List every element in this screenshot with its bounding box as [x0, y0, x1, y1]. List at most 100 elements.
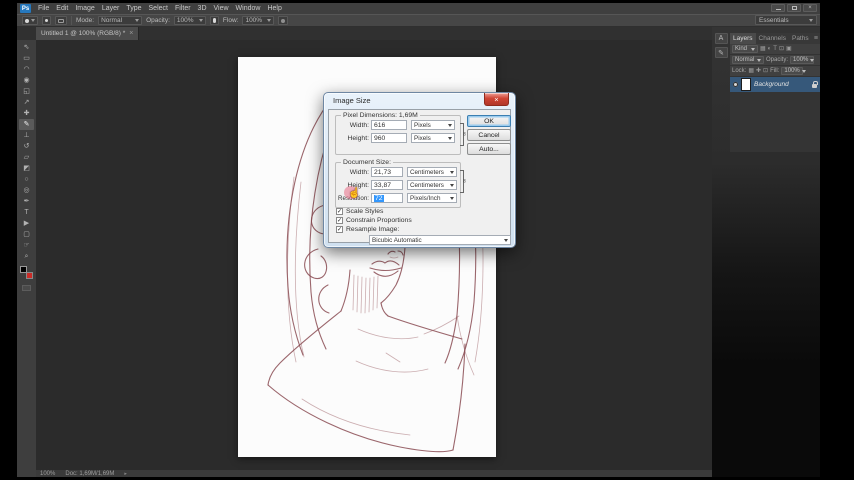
tool-zoom[interactable]: ⌕	[19, 251, 34, 262]
flow-value: 100%	[245, 17, 263, 24]
document-tab[interactable]: Untitled 1 @ 100% (RGB/8) * ×	[36, 27, 140, 40]
opacity-label: Opacity:	[766, 57, 789, 63]
doc-height-field[interactable]: 33,87	[371, 180, 403, 190]
layers-panel-empty-area	[730, 92, 820, 152]
background-color-swatch[interactable]	[26, 272, 33, 279]
close-button[interactable]: ×	[803, 4, 817, 12]
lock-transparency-icon[interactable]: ▦	[748, 68, 754, 74]
airbrush-icon	[281, 18, 286, 23]
menu-select[interactable]: Select	[149, 5, 168, 12]
close-tab-icon[interactable]: ×	[129, 30, 133, 37]
menu-file[interactable]: File	[38, 5, 49, 12]
panel-menu-icon[interactable]: ≡	[814, 35, 818, 42]
tool-blur[interactable]: ○	[19, 174, 34, 185]
menu-help[interactable]: Help	[267, 5, 281, 12]
doc-height-unit-dropdown[interactable]: Centimeters	[407, 180, 457, 190]
dialog-close-button[interactable]: ×	[484, 93, 509, 106]
ok-button[interactable]: OK	[467, 115, 511, 127]
checkbox-checked-icon[interactable]: ✓	[336, 217, 343, 224]
brush-preset-picker[interactable]	[22, 16, 38, 25]
tool-rectangular-marquee[interactable]: ▭	[19, 53, 34, 64]
resolution-unit-dropdown[interactable]: Pixels/Inch	[407, 193, 457, 203]
kind-dropdown[interactable]: Kind	[732, 45, 758, 53]
tool-pen[interactable]: ✒	[19, 196, 34, 207]
checkbox-checked-icon[interactable]: ✓	[336, 208, 343, 215]
zoom-level[interactable]: 100%	[40, 471, 55, 477]
filter-pixel-icon[interactable]: ▦	[760, 46, 766, 52]
tab-layers[interactable]: Layers	[730, 33, 756, 44]
layer-thumbnail[interactable]	[741, 78, 751, 91]
menu-layer[interactable]: Layer	[102, 5, 120, 12]
px-height-unit-dropdown[interactable]: Pixels	[411, 133, 455, 143]
cancel-button[interactable]: Cancel	[467, 129, 511, 141]
blend-mode-dropdown[interactable]: Normal	[732, 56, 764, 64]
tool-gradient[interactable]: ◩	[19, 163, 34, 174]
workspace-selector[interactable]: Essentials	[755, 15, 817, 25]
tool-healing-brush[interactable]: ✚	[19, 108, 34, 119]
menu-window[interactable]: Window	[236, 5, 261, 12]
tab-channels[interactable]: Channels	[756, 33, 789, 44]
tool-move[interactable]: ⇖	[19, 42, 34, 53]
airbrush-button[interactable]	[278, 16, 289, 25]
visibility-eye-icon[interactable]	[733, 82, 738, 87]
filter-smart-object-icon[interactable]: ▣	[786, 46, 792, 52]
toggle-brush-panel-button[interactable]	[42, 16, 51, 25]
folder-button[interactable]	[55, 16, 67, 25]
minimize-button[interactable]	[771, 4, 785, 12]
fill-dropdown[interactable]: 100%	[781, 67, 806, 75]
filter-type-icon[interactable]: T	[773, 46, 777, 52]
menu-3d[interactable]: 3D	[198, 5, 207, 12]
mode-dropdown[interactable]: Normal	[98, 16, 143, 25]
fill-label: Fill:	[770, 68, 780, 74]
tool-quick-selection[interactable]: ◉	[19, 75, 34, 86]
px-height-field[interactable]: 960	[371, 133, 407, 143]
doc-width-unit-dropdown[interactable]: Centimeters	[407, 167, 457, 177]
constrain-proportions-option[interactable]: ✓ Constrain Proportions	[336, 217, 412, 224]
menu-edit[interactable]: Edit	[56, 5, 68, 12]
quick-mask-button[interactable]	[22, 285, 31, 291]
flow-dropdown[interactable]: 100%	[242, 16, 275, 25]
brush-tip-icon	[25, 18, 29, 23]
tool-type[interactable]: T	[19, 207, 34, 218]
resample-image-option[interactable]: ✓ Resample Image:	[336, 226, 399, 233]
px-width-field[interactable]: 616	[371, 120, 407, 130]
layer-opacity-dropdown[interactable]: 100%	[790, 56, 815, 64]
brush-presets-icon[interactable]: ✎	[714, 47, 728, 58]
tool-clone-stamp[interactable]: ⊥	[19, 130, 34, 141]
resample-method-dropdown[interactable]: Bicubic Automatic	[369, 235, 511, 245]
filter-adjustment-icon[interactable]: ◐	[768, 46, 772, 52]
scale-styles-option[interactable]: ✓ Scale Styles	[336, 208, 383, 215]
menu-filter[interactable]: Filter	[175, 5, 191, 12]
menu-type[interactable]: Type	[126, 5, 141, 12]
resolution-field[interactable]: 72	[371, 193, 403, 203]
auto-button[interactable]: Auto...	[467, 143, 511, 155]
status-arrow-icon[interactable]: ▸	[124, 471, 127, 477]
menu-view[interactable]: View	[214, 5, 229, 12]
tool-hand[interactable]: ☞	[19, 240, 34, 251]
restore-button[interactable]	[787, 4, 801, 12]
tool-crop[interactable]: ◱	[19, 86, 34, 97]
foreground-color-swatch[interactable]	[20, 266, 27, 273]
tool-eyedropper[interactable]: ↗	[19, 97, 34, 108]
opacity-dropdown[interactable]: 100%	[173, 16, 206, 25]
tool-eraser[interactable]: ▱	[19, 152, 34, 163]
tab-paths[interactable]: Paths	[789, 33, 812, 44]
menu-image[interactable]: Image	[75, 5, 94, 12]
character-panel-icon[interactable]: A	[714, 33, 728, 44]
doc-width-field[interactable]: 21,73	[371, 167, 403, 177]
tool-dodge[interactable]: ◎	[19, 185, 34, 196]
tool-history-brush[interactable]: ↺	[19, 141, 34, 152]
tool-lasso[interactable]: ◠	[19, 64, 34, 75]
lock-position-icon[interactable]: ✚	[756, 68, 761, 74]
filter-shape-icon[interactable]: ⊡	[779, 46, 784, 52]
layer-row-background[interactable]: Background	[730, 77, 820, 92]
tool-brush[interactable]: ✎	[19, 119, 34, 130]
checkbox-checked-icon[interactable]: ✓	[336, 226, 343, 233]
lock-all-icon[interactable]: ⊡	[763, 68, 768, 74]
pressure-opacity-button[interactable]	[209, 16, 219, 25]
tool-path-selection[interactable]: ▶	[19, 218, 34, 229]
chevron-down-icon	[751, 47, 755, 51]
tool-rectangle[interactable]: ▢	[19, 229, 34, 240]
blend-mode-row: Normal Opacity: 100%	[730, 55, 820, 66]
px-width-unit-dropdown[interactable]: Pixels	[411, 120, 455, 130]
